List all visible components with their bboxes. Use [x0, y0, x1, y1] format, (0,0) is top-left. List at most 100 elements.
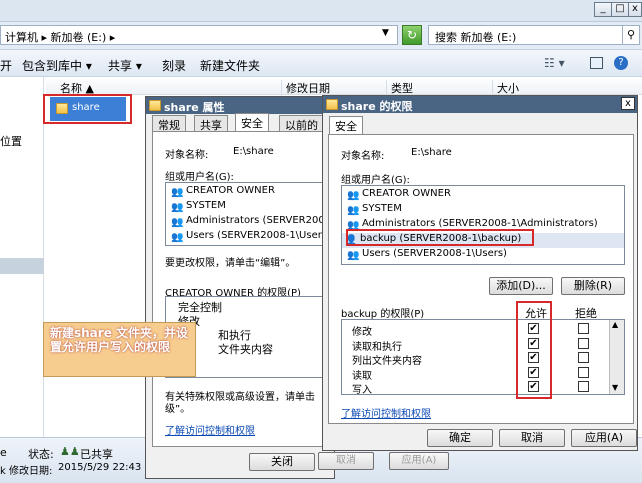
access-control-link[interactable]: 了解访问控制和权限	[341, 405, 431, 420]
user-icon: 👥	[347, 205, 360, 216]
date-label: k 修改日期:	[0, 466, 53, 477]
perm-row: 列出文件夹内容 ✔	[342, 351, 608, 367]
perm-row: 写入 ✔	[342, 380, 608, 394]
column-size[interactable]: 大小	[492, 80, 519, 96]
props-apply-button[interactable]: 应用(A)	[389, 452, 449, 470]
search-input[interactable]: 搜索 新加卷 (E:)	[428, 25, 624, 45]
object-value: E:\share	[411, 147, 452, 158]
props-cancel-button[interactable]: 取消	[318, 452, 374, 470]
apply-button[interactable]: 应用(A)	[571, 429, 637, 447]
toolbar: 开 包含到库中 ▾ 共享 ▾ 刻录 新建文件夹 ☷ ▾ ?	[0, 50, 642, 77]
preview-pane-icon[interactable]	[590, 57, 603, 69]
add-button[interactable]: 添加(D)...	[489, 277, 553, 295]
scroll-down-icon[interactable]: ▼	[612, 383, 618, 392]
list-item[interactable]: 👥 Users (SERVER2008-1\Users)	[344, 248, 507, 263]
list-item[interactable]: 👥 SYSTEM	[168, 200, 226, 215]
search-icon[interactable]: ⚲	[622, 25, 640, 45]
perm-row: 读取和执行 ✔	[342, 337, 608, 353]
highlight-backup	[346, 229, 534, 246]
user-name: SYSTEM	[186, 200, 226, 211]
user-icon: 👥	[171, 232, 184, 243]
toolbar-include-library[interactable]: 包含到库中 ▾	[22, 57, 92, 74]
remove-button[interactable]: 删除(R)	[561, 277, 625, 295]
permissions-dialog: share 的权限 x 安全 对象名称: E:\share 组或用户名(G): …	[322, 95, 638, 451]
status-label: 状态:	[28, 448, 54, 461]
list-item[interactable]: 👥 CREATOR OWNER	[168, 185, 275, 200]
status-value: 已共享	[80, 448, 113, 461]
permissions-titlebar: share 的权限 x	[323, 96, 637, 113]
deny-checkbox[interactable]	[578, 337, 589, 349]
column-type[interactable]: 类型	[386, 80, 413, 96]
user-name: Users (SERVER2008-1\Users)	[362, 248, 507, 259]
toolbar-new-folder[interactable]: 新建文件夹	[200, 57, 260, 74]
address-field[interactable]: 计算机 ▸ 新加卷 (E:) ▸	[0, 25, 398, 45]
toolbar-open[interactable]: 开	[0, 57, 12, 74]
group-label: 组或用户名(G):	[165, 172, 234, 183]
deny-checkbox[interactable]	[578, 352, 589, 363]
security-panel: 对象名称: E:\share 组或用户名(G): 👥 CREATOR OWNER …	[152, 131, 332, 447]
cancel-button[interactable]: 取消	[499, 429, 565, 447]
close-button[interactable]: x	[628, 2, 642, 17]
properties-title: share 属性	[164, 101, 225, 114]
list-item[interactable]: 👥 Administrators (SERVER2008-	[168, 215, 329, 230]
perm-row: 修改 ✔	[342, 322, 608, 338]
address-bar: 计算机 ▸ 新加卷 (E:) ▸ ▼ ↻ 搜索 新加卷 (E:) ⚲	[0, 22, 642, 50]
properties-dialog: share 属性 常规 共享 安全 以前的 对象名称: E:\share 组或用…	[145, 96, 335, 479]
special-hint-2: 级”。	[165, 404, 191, 415]
group-label: 组或用户名(G):	[341, 175, 410, 186]
close-dialog-button[interactable]: 关闭	[249, 453, 315, 471]
object-label: 对象名称:	[341, 151, 385, 162]
object-value: E:\share	[233, 146, 274, 157]
access-control-link[interactable]: 了解访问控制和权限	[165, 422, 255, 437]
perm-row: 读取 ✔	[342, 366, 608, 382]
deny-checkbox[interactable]	[578, 323, 589, 334]
chevron-down-icon[interactable]: ▼	[382, 28, 389, 38]
list-item[interactable]: 👥 CREATOR OWNER	[344, 188, 451, 203]
close-icon[interactable]: x	[621, 97, 635, 110]
toolbar-share[interactable]: 共享 ▾	[108, 57, 142, 74]
tab-security[interactable]: 安全	[235, 113, 269, 132]
perm-label: backup 的权限(P)	[341, 309, 425, 320]
deny-checkbox[interactable]	[578, 381, 589, 392]
maximize-button[interactable]: □	[611, 2, 629, 17]
view-icon[interactable]: ☷ ▾	[544, 56, 565, 70]
navigation-pane: 位置	[0, 77, 44, 437]
nav-item-location[interactable]: 位置	[0, 133, 22, 149]
perm-list: 修改 ✔ 读取和执行 ✔ 列出文件夹内容 ✔ 读取 ✔ 写入 ✔	[341, 319, 625, 395]
list-item[interactable]: 👥 Users (SERVER2008-1\Users)	[168, 230, 329, 245]
tab-sharing[interactable]: 共享	[194, 115, 228, 132]
annotation-text: 新建share 文件夹，并设置允许用户写入的权限	[50, 326, 189, 354]
properties-titlebar: share 属性	[146, 97, 334, 114]
folder-icon	[326, 99, 338, 110]
refresh-icon[interactable]: ↻	[402, 25, 422, 45]
user-name: Users (SERVER2008-1\Users)	[186, 230, 329, 241]
perm-name: 写入	[352, 385, 372, 395]
folder-icon	[149, 100, 161, 111]
column-date[interactable]: 修改日期	[281, 80, 330, 96]
user-name: Administrators (SERVER2008-	[186, 215, 329, 226]
help-icon[interactable]: ?	[614, 56, 628, 70]
date-value: 2015/5/29 22:43	[58, 462, 142, 473]
nav-selection-band	[0, 258, 44, 274]
permissions-title: share 的权限	[341, 100, 413, 113]
user-icon: 👥	[171, 187, 184, 198]
toolbar-burn[interactable]: 刻录	[162, 57, 186, 74]
tab-security[interactable]: 安全	[329, 116, 363, 135]
user-icon: 👥	[171, 202, 184, 213]
deny-checkbox[interactable]	[578, 366, 589, 378]
ok-button[interactable]: 确定	[427, 429, 493, 447]
tab-general[interactable]: 常规	[152, 115, 186, 132]
users-icon: ♟♟	[60, 445, 80, 458]
user-icon: 👥	[171, 217, 184, 228]
scrollbar[interactable]: ▲ ▼	[609, 320, 624, 394]
user-name: Administrators (SERVER2008-1\Administrat…	[362, 218, 598, 229]
address-text: 计算机 ▸ 新加卷 (E:) ▸	[5, 31, 116, 44]
search-placeholder: 搜索 新加卷 (E:)	[435, 31, 517, 44]
highlight-allow	[516, 301, 552, 399]
user-icon: 👥	[347, 190, 360, 201]
list-item[interactable]: 👥 SYSTEM	[344, 203, 402, 218]
window-titlebar: _ □ x	[0, 0, 642, 22]
user-list: 👥 CREATOR OWNER 👥 SYSTEM 👥 Administrators (…	[165, 182, 329, 246]
minimize-button[interactable]: _	[594, 2, 612, 17]
scroll-up-icon[interactable]: ▲	[612, 320, 618, 329]
